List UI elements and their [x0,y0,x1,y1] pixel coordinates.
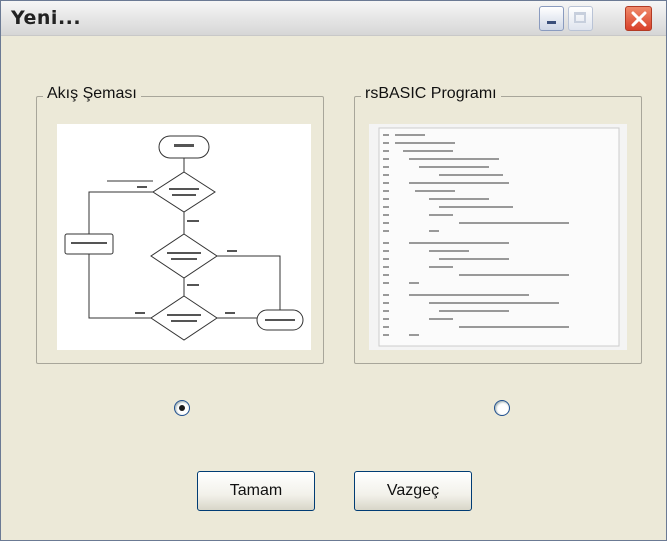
window-title: Yeni... [11,7,82,29]
minimize-icon[interactable] [539,6,564,31]
cancel-button[interactable]: Vazgeç [354,471,472,511]
flowchart-diagram-icon [64,135,304,341]
maximize-icon[interactable] [568,6,593,31]
dialog-window: Yeni... Akış Şeması rsBASIC Programı Tam… [0,0,667,541]
ok-button[interactable]: Tamam [197,471,315,511]
flowchart-group-label: Akış Şeması [43,85,141,103]
program-preview-image[interactable] [369,124,627,350]
flowchart-preview-image[interactable] [57,124,311,350]
title-bar[interactable]: Yeni... [1,1,666,36]
code-listing-icon [369,124,627,350]
program-radio[interactable] [494,400,510,416]
flowchart-radio[interactable] [174,400,190,416]
flowchart-group: Akış Şeması [36,85,324,364]
program-group-label: rsBASIC Programı [361,85,501,103]
program-group: rsBASIC Programı [354,85,642,364]
close-icon[interactable] [625,6,652,31]
